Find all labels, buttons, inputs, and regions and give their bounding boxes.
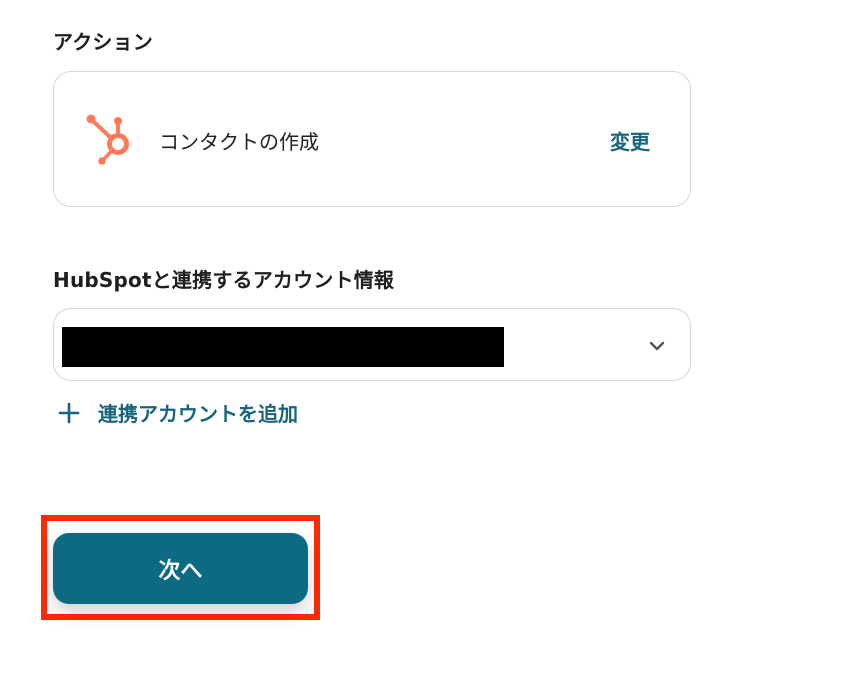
chevron-down-icon [648,337,666,355]
add-account-label: 連携アカウントを追加 [98,402,298,426]
action-section-label: アクション [53,30,153,54]
account-select[interactable] [53,308,691,381]
next-button[interactable]: 次へ [53,533,308,604]
add-account-link[interactable]: 連携アカウントを追加 [58,398,298,427]
action-name: コンタクトの作成 [159,130,319,154]
redacted-account-value [62,327,504,367]
account-section-label: HubSpotと連携するアカウント情報 [53,268,395,292]
change-action-link[interactable]: 変更 [610,126,650,155]
action-card: コンタクトの作成 変更 [53,71,691,207]
hubspot-icon [82,110,142,170]
plus-icon [58,402,80,424]
